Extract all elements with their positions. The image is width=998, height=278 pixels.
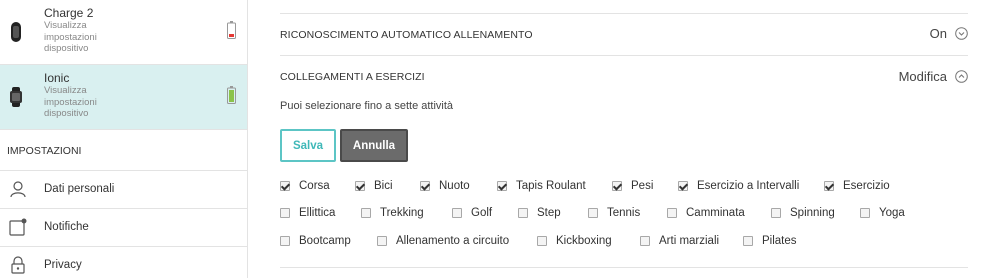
divider	[280, 13, 968, 14]
checkbox[interactable]	[824, 181, 834, 191]
checkbox-label: Yoga	[879, 207, 905, 219]
exercise-checkbox-esercizio[interactable]: Esercizio	[824, 180, 890, 192]
exercise-checkbox-ellittica[interactable]: Ellittica	[280, 207, 335, 219]
device-subtitle: Visualizza impostazioni dispositivo	[44, 85, 97, 119]
person-icon	[10, 181, 26, 198]
exercise-checkbox-tapis-roulant[interactable]: Tapis Roulant	[497, 180, 586, 192]
chevron-up-icon	[955, 70, 968, 83]
sidebar: Charge 2 Visualizza impostazioni disposi…	[0, 0, 248, 278]
nav-item-label: Notifiche	[44, 221, 89, 233]
checkbox[interactable]	[588, 208, 598, 218]
tracker-band-icon	[11, 22, 21, 42]
checkbox[interactable]	[771, 208, 781, 218]
exercise-checkbox-step[interactable]: Step	[518, 207, 561, 219]
nav-item-privacy[interactable]: Privacy	[0, 247, 247, 278]
device-ionic[interactable]: Ionic Visualizza impostazioni dispositiv…	[0, 65, 247, 130]
battery-low-icon	[227, 21, 236, 39]
checkbox[interactable]	[667, 208, 677, 218]
checkbox-label: Trekking	[380, 207, 424, 219]
divider	[280, 55, 968, 56]
checkbox-label: Allenamento a circuito	[396, 235, 510, 247]
chevron-down-icon	[955, 27, 968, 40]
checkbox-label: Golf	[471, 207, 493, 219]
checkbox-label: Esercizio a Intervalli	[697, 180, 800, 192]
checkbox[interactable]	[678, 181, 688, 191]
checkbox-label: Camminata	[686, 207, 745, 219]
exercise-checkbox-trekking[interactable]: Trekking	[361, 207, 424, 219]
exercise-checkbox-esercizio-intervalli[interactable]: Esercizio a Intervalli	[678, 180, 799, 192]
exercise-checkbox-tennis[interactable]: Tennis	[588, 207, 640, 219]
lock-icon	[11, 256, 25, 274]
exercise-checkbox-pesi[interactable]: Pesi	[612, 180, 653, 192]
exercise-checkbox-golf[interactable]: Golf	[452, 207, 492, 219]
checkbox-label: Bici	[374, 180, 393, 192]
checkbox-label: Kickboxing	[556, 235, 612, 247]
checkbox[interactable]	[612, 181, 622, 191]
checkbox[interactable]	[280, 208, 290, 218]
checkbox[interactable]	[280, 236, 290, 246]
checkbox-label: Step	[537, 207, 561, 219]
checkbox[interactable]	[420, 181, 430, 191]
exercise-checkbox-kickboxing[interactable]: Kickboxing	[537, 235, 612, 247]
auto-recognition-value: On	[929, 26, 947, 41]
divider	[280, 267, 968, 268]
checkbox[interactable]	[361, 208, 371, 218]
checkbox-label: Pesi	[631, 180, 654, 192]
exercise-checkbox-bootcamp[interactable]: Bootcamp	[280, 235, 351, 247]
edit-label: Modifica	[898, 69, 947, 84]
checkbox[interactable]	[860, 208, 870, 218]
auto-recognition-toggle[interactable]: On	[930, 26, 968, 41]
cancel-button[interactable]: Annulla	[340, 129, 408, 162]
checkbox-label: Arti marziali	[659, 235, 720, 247]
exercise-checkbox-camminata[interactable]: Camminata	[667, 207, 745, 219]
exercise-checkbox-spinning[interactable]: Spinning	[771, 207, 835, 219]
checkbox[interactable]	[452, 208, 462, 218]
nav-item-notifications[interactable]: Notifiche	[0, 209, 247, 247]
exercise-checkbox-pilates[interactable]: Pilates	[743, 235, 797, 247]
checkbox[interactable]	[537, 236, 547, 246]
main-panel: RICONOSCIMENTO AUTOMATICO ALLENAMENTO On…	[280, 0, 968, 278]
nav-item-label: Dati personali	[44, 183, 115, 195]
checkbox[interactable]	[280, 181, 290, 191]
settings-header: IMPOSTAZIONI	[0, 130, 247, 171]
exercise-checkbox-bici[interactable]: Bici	[355, 180, 393, 192]
save-button[interactable]: Salva	[280, 129, 336, 162]
exercise-checkbox-arti-marziali[interactable]: Arti marziali	[640, 235, 719, 247]
notification-icon	[9, 218, 27, 236]
exercise-checkbox-allenamento-circuito[interactable]: Allenamento a circuito	[377, 235, 509, 247]
checkbox[interactable]	[640, 236, 650, 246]
checkbox-label: Pilates	[762, 235, 797, 247]
smartwatch-icon	[10, 87, 22, 107]
exercise-checkbox-yoga[interactable]: Yoga	[860, 207, 905, 219]
checkbox[interactable]	[497, 181, 507, 191]
checkbox[interactable]	[743, 236, 753, 246]
exercise-checkbox-nuoto[interactable]: Nuoto	[420, 180, 470, 192]
nav-item-personal-data[interactable]: Dati personali	[0, 171, 247, 209]
battery-full-icon	[227, 86, 236, 104]
auto-recognition-title: RICONOSCIMENTO AUTOMATICO ALLENAMENTO	[280, 29, 533, 41]
checkbox-label: Spinning	[790, 207, 835, 219]
checkbox-label: Esercizio	[843, 180, 890, 192]
nav-item-label: Privacy	[44, 259, 82, 271]
checkbox[interactable]	[355, 181, 365, 191]
selection-hint: Puoi selezionare fino a sette attività	[280, 100, 454, 112]
exercise-checkbox-corsa[interactable]: Corsa	[280, 180, 330, 192]
checkbox-label: Tennis	[607, 207, 641, 219]
exercise-shortcuts-edit[interactable]: Modifica	[899, 69, 968, 84]
checkbox-label: Nuoto	[439, 180, 470, 192]
device-subtitle: Visualizza impostazioni dispositivo	[44, 20, 97, 54]
checkbox-label: Bootcamp	[299, 235, 351, 247]
device-name: Charge 2	[44, 6, 94, 20]
device-charge-2[interactable]: Charge 2 Visualizza impostazioni disposi…	[0, 0, 247, 65]
checkbox-label: Ellittica	[299, 207, 336, 219]
exercise-shortcuts-title: COLLEGAMENTI A ESERCIZI	[280, 71, 425, 83]
checkbox-label: Tapis Roulant	[516, 180, 586, 192]
checkbox[interactable]	[377, 236, 387, 246]
checkbox[interactable]	[518, 208, 528, 218]
device-name: Ionic	[44, 71, 70, 85]
checkbox-label: Corsa	[299, 180, 330, 192]
